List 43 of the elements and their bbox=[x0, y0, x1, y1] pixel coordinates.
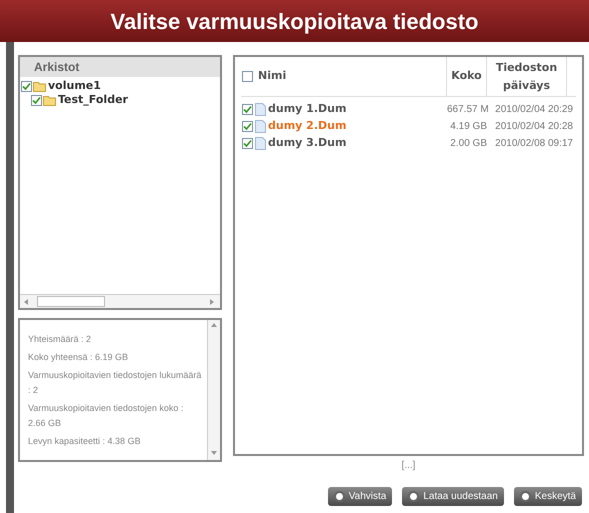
file-date: 2010/02/04 20:28 bbox=[494, 120, 573, 134]
file-name[interactable]: dumy 1.Dum bbox=[268, 101, 346, 118]
file-name[interactable]: dumy 3.Dum bbox=[268, 135, 346, 152]
folder-icon bbox=[33, 80, 47, 92]
folder-icon bbox=[43, 94, 57, 106]
summary-text: Levyn kapasiteetti : 4.38 GB bbox=[28, 435, 142, 448]
checkbox[interactable] bbox=[242, 71, 253, 82]
file-size: 4.19 GB bbox=[449, 120, 487, 134]
bullet-icon bbox=[520, 491, 531, 502]
tree-item[interactable]: Test_Folder bbox=[58, 92, 128, 108]
file-size: 667.57 M bbox=[447, 103, 487, 117]
bullet-icon bbox=[334, 491, 345, 502]
file-icon bbox=[255, 120, 266, 133]
file-icon bbox=[255, 103, 266, 116]
action-button[interactable]: Lataa uudestaan bbox=[402, 487, 504, 506]
column-header[interactable]: Nimi bbox=[258, 68, 286, 85]
scroll-arrow-icon[interactable] bbox=[210, 322, 218, 330]
action-button[interactable]: Vahvista bbox=[328, 487, 392, 506]
summary-text: Varmuuskopioitavien tiedostojen lukumäärä : 2 bbox=[28, 369, 202, 397]
window-title: Valitse varmuuskopioitava tiedosto bbox=[110, 8, 478, 36]
file-date: 2010/02/04 20:29 bbox=[494, 103, 573, 117]
checkbox[interactable] bbox=[242, 104, 253, 115]
horizontal-scrollbar[interactable] bbox=[20, 294, 220, 308]
tree-item[interactable]: volume1 bbox=[48, 78, 101, 94]
summary-text: Varmuuskopioitavien tiedostojen koko : 2.66 GB bbox=[28, 402, 184, 430]
bullet-icon bbox=[408, 491, 420, 502]
scroll-arrow-icon[interactable] bbox=[23, 298, 31, 306]
checkbox[interactable] bbox=[21, 80, 32, 92]
checkbox[interactable] bbox=[31, 94, 42, 106]
summary-text: Yhteismäärä : 2 bbox=[28, 333, 92, 346]
vertical-scrollbar[interactable] bbox=[207, 320, 220, 460]
file-date: 2010/02/08 09:17 bbox=[494, 137, 573, 151]
summary-text: Koko yhteensä : 6.19 GB bbox=[28, 351, 130, 364]
checkbox[interactable] bbox=[242, 121, 253, 132]
tree-header: Arkistot bbox=[20, 57, 220, 77]
action-button[interactable]: Keskeytä bbox=[514, 487, 582, 506]
checkbox[interactable] bbox=[242, 138, 253, 149]
scrollbar-thumb[interactable] bbox=[37, 296, 105, 307]
column-header[interactable]: Koko bbox=[451, 68, 482, 85]
pager-text[interactable]: [...] bbox=[402, 458, 416, 473]
file-icon bbox=[255, 137, 266, 150]
file-size: 2.00 GB bbox=[449, 137, 487, 151]
column-header[interactable]: Tiedoston päiväys bbox=[487, 58, 566, 94]
